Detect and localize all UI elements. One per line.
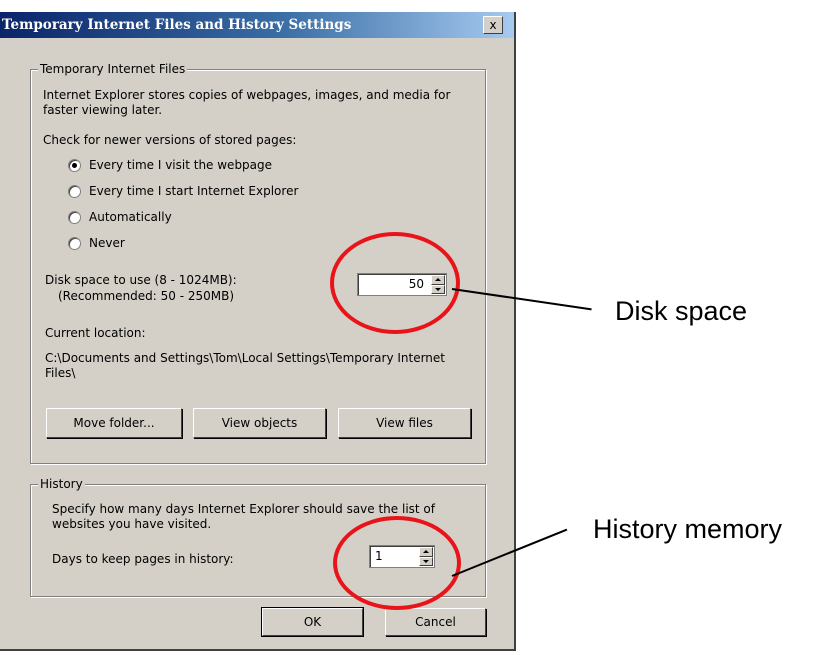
view-files-button[interactable]: View files [338,408,471,438]
radio-never[interactable]: Never [68,236,125,250]
move-folder-button[interactable]: Move folder... [46,408,182,438]
ok-label: OK [303,615,322,629]
close-button[interactable]: x [483,16,503,34]
dialog-title: Temporary Internet Files and History Set… [2,17,352,33]
radio-every-start[interactable]: Every time I start Internet Explorer [68,184,298,198]
radio-label: Never [89,236,125,250]
ok-button[interactable]: OK [261,607,364,637]
current-location-path: C:\Documents and Settings\Tom\Local Sett… [45,351,446,380]
disk-space-annotation: Disk space [615,296,748,326]
radio-button-selected[interactable] [68,158,81,172]
radio-label: Every time I start Internet Explorer [89,184,299,198]
disk-recommended-label: (Recommended: 50 - 250MB) [58,289,235,303]
move-folder-label: Move folder... [73,416,155,430]
temp-files-legend: Temporary Internet Files [38,62,188,76]
title-bar: Temporary Internet Files and History Set… [0,12,514,38]
temp-files-description: Internet Explorer stores copies of webpa… [43,88,451,117]
check-newer-label: Check for newer versions of stored pages… [43,133,297,147]
cancel-label: Cancel [415,615,456,629]
disk-space-highlight-circle [330,232,460,334]
view-objects-button[interactable]: View objects [193,408,326,438]
radio-button[interactable] [68,184,81,198]
radio-label: Every time I visit the webpage [89,158,273,172]
history-highlight-circle [333,516,461,610]
radio-label: Automatically [89,210,172,224]
cancel-button[interactable]: Cancel [385,608,486,636]
current-location-label: Current location: [45,326,146,340]
view-objects-label: View objects [221,416,298,430]
close-icon: x [489,18,497,32]
radio-automatically[interactable]: Automatically [68,210,172,224]
disk-space-label: Disk space to use (8 - 1024MB): [45,273,237,287]
view-files-label: View files [376,416,433,430]
radio-button[interactable] [68,210,81,224]
radio-button[interactable] [68,236,81,250]
history-memory-annotation: History memory [593,514,783,544]
days-label: Days to keep pages in history: [52,552,234,566]
history-legend: History [38,477,85,491]
radio-every-visit[interactable]: Every time I visit the webpage [68,158,272,172]
